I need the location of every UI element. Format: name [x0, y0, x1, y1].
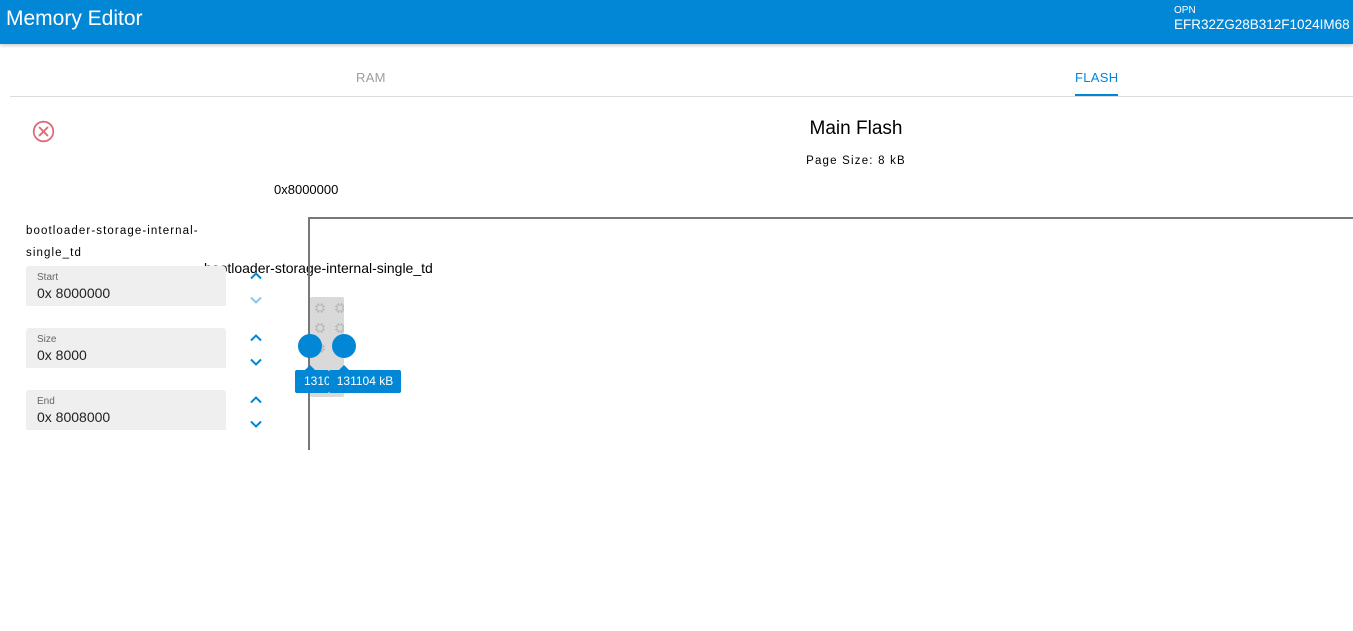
start-input[interactable] [37, 285, 217, 302]
start-label: Start [37, 272, 59, 283]
size-down-button[interactable] [248, 356, 264, 368]
chevron-up-icon [248, 270, 264, 282]
chip-icon [334, 301, 344, 313]
memory-axis-top [309, 217, 1353, 219]
close-circle-icon[interactable] [32, 120, 55, 143]
end-input[interactable] [37, 409, 217, 426]
chevron-down-icon [248, 294, 264, 306]
start-field: Start [26, 266, 226, 306]
memory-title: Main Flash [809, 118, 903, 139]
page-size: Page Size: 8 kB [806, 155, 906, 167]
chevron-down-icon [248, 418, 264, 430]
tab-ram[interactable]: RAM [356, 70, 386, 86]
start-handle-tooltip: 1310 [295, 370, 329, 393]
start-up-button[interactable] [248, 270, 264, 282]
app-bar: Memory Editor OPN EFR32ZG28B312F1024IM68 [0, 0, 1353, 44]
chip-icon [334, 321, 344, 333]
chip-icon [314, 321, 326, 333]
range-end-handle[interactable] [332, 334, 356, 358]
size-field: Size [26, 328, 226, 368]
end-label: End [37, 396, 55, 407]
tab-indicator [1075, 94, 1118, 96]
start-down-button[interactable] [248, 294, 264, 306]
chevron-up-icon [248, 394, 264, 406]
end-up-button[interactable] [248, 394, 264, 406]
size-label: Size [37, 334, 57, 345]
memory-tabs: RAM FLASH [10, 58, 1353, 97]
region-name: bootloader-storage-internal-single_td [26, 225, 199, 259]
opn-value: EFR32ZG28B312F1024IM68 [1174, 17, 1350, 32]
end-field: End [26, 390, 226, 430]
end-down-button[interactable] [248, 418, 264, 430]
opn-label: OPN [1174, 5, 1196, 16]
start-address-label: 0x8000000 [274, 182, 339, 197]
size-up-button[interactable] [248, 332, 264, 344]
size-input[interactable] [37, 347, 217, 364]
chip-icon [314, 301, 326, 313]
tab-flash[interactable]: FLASH [1075, 70, 1118, 86]
chevron-down-icon [248, 356, 264, 368]
end-handle-tooltip: 131104 kB [329, 370, 401, 393]
chevron-up-icon [248, 332, 264, 344]
app-title: Memory Editor [6, 7, 143, 30]
range-start-handle[interactable] [298, 334, 322, 358]
memory-block-label: bootloader-storage-internal-single_td [204, 260, 433, 276]
